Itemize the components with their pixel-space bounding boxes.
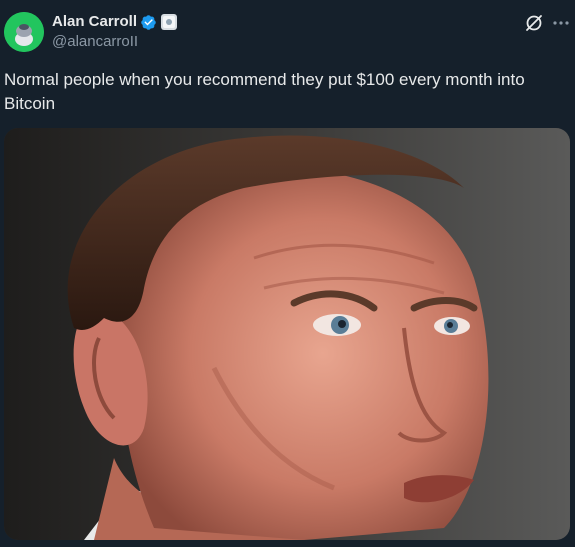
author-handle[interactable]: @alancarroII [52,33,138,51]
avatar[interactable] [4,12,44,52]
author-name[interactable]: Alan Carroll [52,13,137,31]
affiliate-badge-icon[interactable] [161,14,177,30]
tweet-text: Normal people when you recommend they pu… [4,70,525,113]
tweet-media-image[interactable] [4,128,570,540]
grok-icon[interactable] [524,13,544,33]
more-options-icon[interactable] [551,13,571,33]
verified-badge-icon[interactable] [140,14,157,31]
